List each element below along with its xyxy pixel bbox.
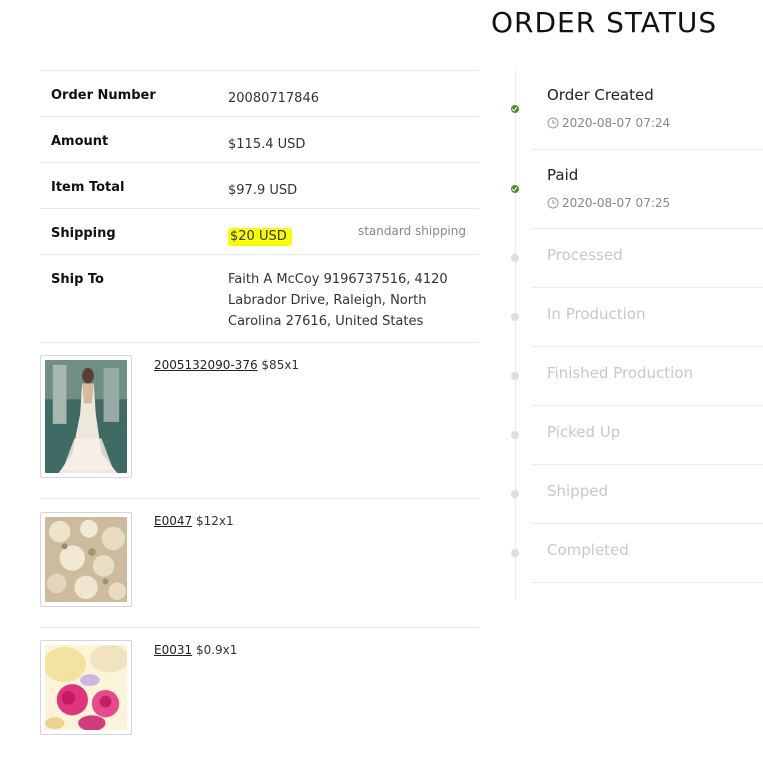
shipping-value: $20 USD [228,228,292,246]
item-sku-link[interactable]: E0047 [154,514,192,528]
clock-icon [547,197,559,209]
lace-fabric-photo-icon[interactable] [40,512,132,607]
item-total-row: Item Total $97.9 USD [40,163,479,209]
item-sku-link[interactable]: 2005132090-376 [154,358,258,372]
status-name: Shipped [547,482,608,500]
item-info: E0047 $12x1 [154,514,234,528]
dress-image [45,360,127,473]
amount-label: Amount [51,134,109,149]
status-step-picked-up: Picked Up [511,406,763,465]
item-price: $12x1 [195,514,234,528]
amount-row: Amount $115.4 USD [40,117,479,163]
pending-dot-icon [511,372,519,380]
lace-image [45,517,127,602]
status-name: In Production [547,305,646,323]
status-step-finished-production: Finished Production [511,347,763,406]
page-title: ORDER STATUS [491,6,718,39]
list-item: E0031 $0.9x1 [40,628,479,748]
status-name: Picked Up [547,423,621,441]
status-name: Finished Production [547,364,694,382]
status-timestamp: 2020-08-07 07:25 [562,196,671,210]
timeline-line [515,70,516,600]
status-name: Completed [547,541,629,559]
item-total-value: $97.9 USD [228,183,298,198]
flowers-image [43,645,129,731]
order-number-row: Order Number 20080717846 [40,71,479,117]
clock-icon [547,117,559,129]
shipping-value-wrap: $20 USD [228,226,292,247]
status-name: Paid [547,166,579,184]
status-time: 2020-08-07 07:25 [547,196,670,210]
order-number-label: Order Number [51,88,156,103]
order-items-list: 2005132090-376 $85x1 E0047 $12x1 E0031 $… [40,343,479,748]
item-info: E0031 $0.9x1 [154,643,237,657]
status-step-completed: Completed [511,524,763,583]
shipping-row: Shipping $20 USD standard shipping [40,209,479,255]
status-step-in-production: In Production [511,288,763,347]
amount-value: $115.4 USD [228,137,306,152]
status-name: Processed [547,246,623,264]
status-name: Order Created [547,86,654,104]
item-total-label: Item Total [51,180,125,195]
item-info: 2005132090-376 $85x1 [154,358,299,372]
item-sku-link[interactable]: E0031 [154,643,192,657]
shipping-label: Shipping [51,226,116,241]
status-step-order-created: Order Created 2020-08-07 07:24 [511,70,763,150]
wedding-dress-photo-icon[interactable] [40,355,132,478]
pink-flowers-photo-icon[interactable] [40,640,132,735]
list-item: E0047 $12x1 [40,499,479,628]
ship-to-row: Ship To Faith A McCoy 9196737516, 4120 L… [40,255,479,343]
status-step-processed: Processed [511,229,763,288]
pending-dot-icon [511,313,519,321]
pending-dot-icon [511,490,519,498]
status-step-shipped: Shipped [511,465,763,524]
status-time: 2020-08-07 07:24 [547,116,670,130]
pending-dot-icon [511,431,519,439]
order-number-value: 20080717846 [228,91,319,106]
list-item: 2005132090-376 $85x1 [40,343,479,499]
completed-check-icon [511,105,519,113]
status-step-paid: Paid 2020-08-07 07:25 [511,150,763,229]
order-details-table: Order Number 20080717846 Amount $115.4 U… [40,70,479,343]
completed-check-icon [511,185,519,193]
item-price: $85x1 [261,358,300,372]
status-timestamp: 2020-08-07 07:24 [562,116,671,130]
pending-dot-icon [511,549,519,557]
item-price: $0.9x1 [195,643,238,657]
ship-to-address: Faith A McCoy 9196737516, 4120 Labrador … [228,272,448,329]
pending-dot-icon [511,254,519,262]
shipping-method: standard shipping [357,224,466,238]
ship-to-label: Ship To [51,272,104,287]
